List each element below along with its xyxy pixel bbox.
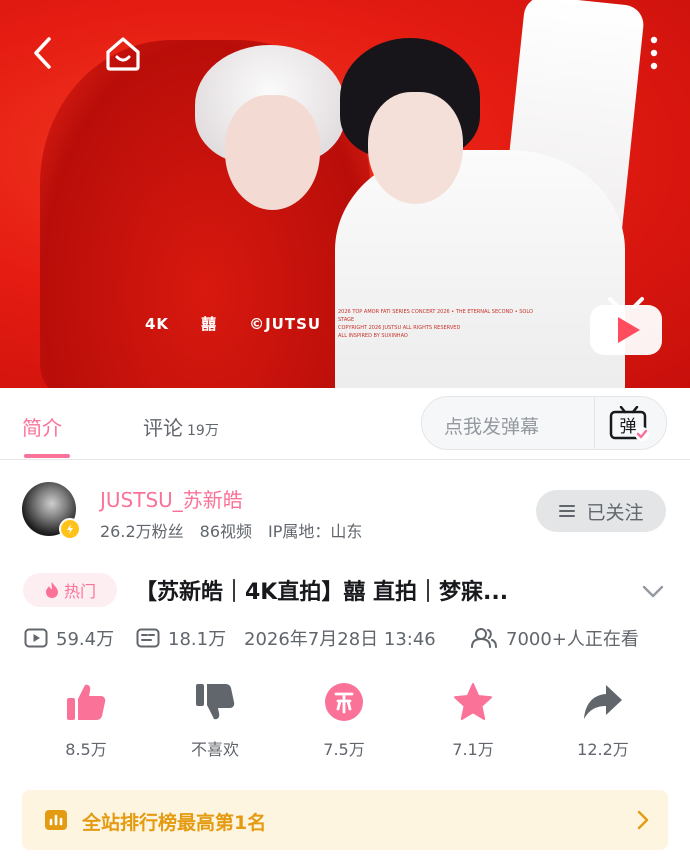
- coin-count: 7.5万: [323, 740, 365, 759]
- flame-icon: [45, 582, 58, 598]
- hot-badge[interactable]: 热门: [23, 573, 117, 607]
- uploader-row: JUSTSU_苏新皓 26.2万粉丝 86视频 IP属地：山东 已关注: [0, 460, 690, 560]
- back-arrow-icon: [34, 37, 51, 69]
- video-player[interactable]: 4K 囍 ©JUTSU 2026 TOP AMOR FATI SERIES CONC…: [0, 0, 690, 388]
- fine-print-line: COPYRIGHT 2026 JUSTSU ALL RIGHTS RESERVE…: [338, 325, 461, 331]
- play-count-icon: [24, 628, 48, 648]
- follow-label: 已关注: [586, 501, 644, 524]
- ranking-chart-icon: [45, 810, 67, 830]
- share-count: 12.2万: [577, 740, 629, 759]
- video-title[interactable]: 【苏新皓｜4K直拍】囍 直拍｜梦寐...: [135, 574, 615, 606]
- uploader-meta: 26.2万粉丝 86视频 IP属地：山东: [100, 518, 378, 542]
- play-badge-icon[interactable]: [588, 295, 664, 357]
- action-bar: 8.5万 不喜欢 7.5万 7.1万 12.2万: [0, 680, 690, 770]
- title-row: 热门 【苏新皓｜4K直拍】囍 直拍｜梦寐...: [0, 570, 690, 614]
- coin-icon: [325, 683, 363, 721]
- tab-bar: 简介 评论 19万 点我发弹幕 弹: [0, 388, 690, 460]
- uploader-videos: 86视频: [199, 522, 253, 541]
- video-overlay-labels: 4K 囍 ©JUTSU: [145, 313, 353, 334]
- share-arrow-icon: [584, 685, 622, 719]
- favorite-count: 7.1万: [452, 740, 494, 759]
- danmaku-toggle-icon[interactable]: 弹: [608, 406, 650, 442]
- verified-badge-icon: [59, 518, 81, 540]
- ranking-banner[interactable]: 全站排行榜最高第1名: [22, 790, 668, 850]
- danmaku-placeholder: 点我发弹幕: [444, 416, 540, 438]
- coin-button[interactable]: 7.5万: [289, 680, 399, 760]
- danmaku-divider: [594, 397, 595, 449]
- like-count: 8.5万: [65, 740, 107, 759]
- follow-button[interactable]: 已关注: [536, 490, 666, 532]
- danmaku-count: 18.1万: [136, 625, 226, 651]
- like-button[interactable]: 8.5万: [31, 680, 141, 760]
- tab-comments-count: 19万: [187, 423, 219, 439]
- danmaku-count-value: 18.1万: [168, 629, 227, 650]
- tab-comments-label: 评论: [143, 416, 183, 440]
- watching-now-value: 7000+人正在看: [506, 629, 639, 650]
- play-count-value: 59.4万: [56, 629, 115, 650]
- fine-print-line: 2026 TOP AMOR FATI SERIES CONCERT 2026 •…: [338, 309, 533, 323]
- uploader-ip: IP属地：山东: [268, 522, 363, 541]
- chevron-right-icon: [637, 810, 649, 830]
- video-overlay-fine-print: 2026 TOP AMOR FATI SERIES CONCERT 2026 •…: [338, 308, 538, 340]
- list-icon: [559, 505, 576, 517]
- ranking-text: 全站排行榜最高第1名: [82, 812, 267, 834]
- performer-right-face: [368, 92, 463, 204]
- home-button[interactable]: [100, 30, 146, 76]
- active-tab-indicator: [24, 454, 70, 458]
- dislike-label: 不喜欢: [190, 740, 239, 759]
- overlay-label-copyright: ©JUTSU: [249, 315, 322, 333]
- share-button[interactable]: 12.2万: [548, 680, 658, 760]
- overlay-label-song: 囍: [201, 315, 218, 333]
- video-stats: 59.4万 18.1万 2026年7月28日 13:46 7000+人正在看: [0, 622, 690, 652]
- thumbs-down-icon: [196, 684, 235, 720]
- uploader-fans: 26.2万粉丝: [100, 522, 184, 541]
- danmaku-input[interactable]: 点我发弹幕 弹: [421, 396, 667, 450]
- danmaku-count-icon: [136, 628, 160, 648]
- performer-left-face: [225, 95, 320, 210]
- back-button[interactable]: [22, 32, 64, 74]
- danmaku-icon-label: 弹: [620, 417, 637, 437]
- watching-now: 7000+人正在看: [470, 625, 639, 651]
- fine-print-line: ALL INSPIRED BY SUXINHAO: [338, 333, 408, 339]
- uploader-name[interactable]: JUSTSU_苏新皓: [100, 484, 243, 513]
- hot-label: 热门: [63, 582, 96, 601]
- dislike-button[interactable]: 不喜欢: [160, 680, 270, 760]
- publish-time-value: 2026年7月28日 13:46: [244, 629, 436, 650]
- viewers-icon: [471, 628, 497, 648]
- performer-right-figure: [335, 150, 625, 388]
- star-icon: [454, 683, 492, 720]
- thumbs-up-icon: [67, 684, 106, 720]
- more-vertical-icon: [650, 36, 658, 70]
- tab-comments[interactable]: 评论 19万: [143, 412, 219, 441]
- overlay-label-4k: 4K: [145, 315, 170, 333]
- tab-intro[interactable]: 简介: [22, 412, 62, 441]
- favorite-button[interactable]: 7.1万: [418, 680, 528, 760]
- more-options-button[interactable]: [636, 32, 672, 74]
- play-count: 59.4万: [24, 625, 114, 651]
- chevron-down-icon[interactable]: [640, 578, 666, 604]
- home-tv-icon: [106, 37, 140, 71]
- publish-time: 2026年7月28日 13:46: [244, 625, 436, 651]
